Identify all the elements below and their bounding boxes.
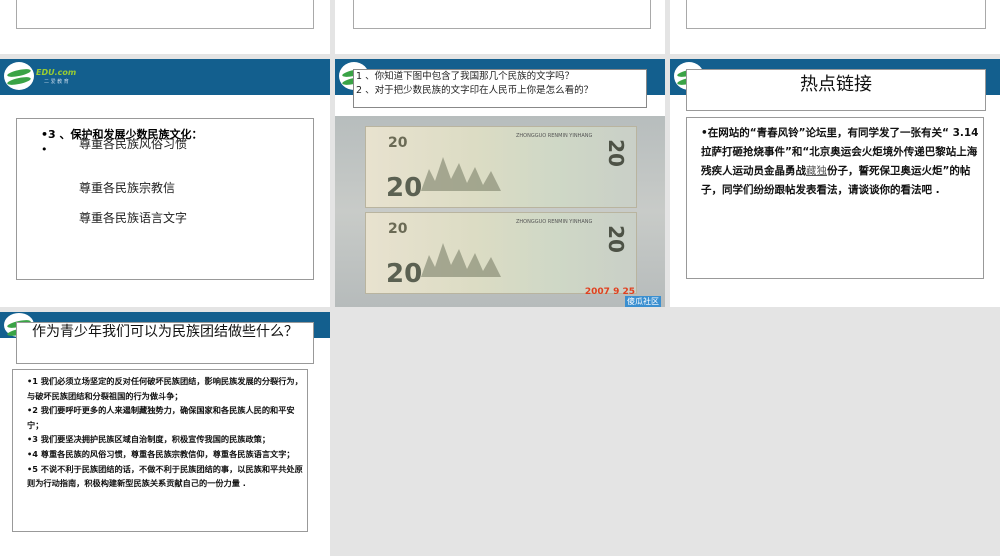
slide-banner: EDU.com 二 爱 教 育 [0, 59, 330, 95]
slide-title: 作为青少年我们可以为民族团结做些什么？ [16, 322, 314, 364]
slide-title: 热点链接 [686, 69, 986, 111]
watermark-text: 傻瓜社区 [625, 296, 661, 307]
list-item: •4 尊重各民族的风俗习惯，尊重各民族宗教信仰，尊重各民族语言文字； [27, 448, 295, 459]
denomination-side: 20 [604, 139, 629, 167]
list-item: 尊重各民族语言文字 [79, 211, 188, 225]
list-item: •5 不说不利于民族团结的话，不做不利于民族团结的事，以民族和平共处原则为行动指… [27, 463, 303, 489]
mountain-illustration [421, 157, 501, 191]
list-item: •1 我们必须立场坚定的反对任何破坏民族团结，影响民族发展的分裂行为，与破坏民族… [27, 376, 303, 401]
underlined-link[interactable]: 藏独 [806, 165, 827, 177]
slide-thumbnail-culture[interactable]: EDU.com 二 爱 教 育 •3 、保护和发展少数民族文化： • 尊重各民族… [0, 59, 330, 307]
slide-body: •在网站的“青春风铃”论坛里，有同学发了一张有关“ 3.14 拉萨打砸抢烧事件”… [686, 117, 984, 279]
denomination-side: 20 [604, 225, 629, 253]
content-frame [16, 0, 314, 29]
denomination-large: 20 [386, 259, 423, 289]
logo-text: EDU.com [36, 68, 77, 77]
content-frame [686, 0, 986, 29]
question-box: 1 、你知道下图中包含了我国那几个民族的文字吗？ 2 、对于把少数民族的文字印在… [353, 69, 647, 108]
slide-thumbnail-top-3[interactable] [670, 0, 1000, 54]
banknote-photo: 20 ZHONGGUO RENMIN YINHANG 20 20 20 ZHON… [335, 116, 665, 307]
logo-icon [4, 62, 34, 90]
slide-thumbnail-unity[interactable]: 作为青少年我们可以为民族团结做些什么？ •1 我们必须立场坚定的反对任何破坏民族… [0, 312, 330, 556]
bank-name: ZHONGGUO RENMIN YINHANG [516, 219, 593, 225]
mountain-illustration [421, 243, 501, 277]
logo-subtext: 二 爱 教 育 [44, 79, 69, 85]
list-item: 尊重各民族风俗习惯 [79, 137, 188, 151]
slide-thumbnail-top-2[interactable] [335, 0, 665, 54]
list-item: 尊重各民族宗教信 [79, 181, 176, 195]
list-item: •3 我们要坚决拥护民族区域自治制度，积极宣传我国的民族政策； [27, 434, 271, 445]
list-item: •2 我们要呼吁更多的人来遏制藏独势力，确保国家和各民族人民的和平安宁； [27, 405, 295, 430]
content-box: •3 、保护和发展少数民族文化： • 尊重各民族风俗习惯 尊重各民族宗教信 尊重… [16, 118, 314, 280]
question-1: 1 、你知道下图中包含了我国那几个民族的文字吗？ [356, 71, 575, 82]
slide-thumbnail-banknote[interactable]: 1 、你知道下图中包含了我国那几个民族的文字吗？ 2 、对于把少数民族的文字印在… [335, 59, 665, 307]
denomination-label: 20 [388, 135, 408, 151]
bullet: • [41, 143, 48, 156]
banknote-image: 20 ZHONGGUO RENMIN YINHANG 20 20 [365, 126, 637, 208]
slide-thumbnail-hotspot[interactable]: 热点链接 •在网站的“青春风铃”论坛里，有同学发了一张有关“ 3.14 拉萨打砸… [670, 59, 1000, 307]
denomination-label: 20 [388, 221, 408, 237]
denomination-large: 20 [386, 173, 423, 203]
banknote-image: 20 ZHONGGUO RENMIN YINHANG 20 20 [365, 212, 637, 294]
bank-name: ZHONGGUO RENMIN YINHANG [516, 133, 593, 139]
slide-thumbnail-top-1[interactable] [0, 0, 330, 54]
slide-body: •1 我们必须立场坚定的反对任何破坏民族团结，影响民族发展的分裂行为，与破坏民族… [12, 369, 308, 532]
content-frame [353, 0, 651, 29]
question-2: 2 、对于把少数民族的文字印在人民币上你是怎么看的？ [356, 85, 594, 96]
